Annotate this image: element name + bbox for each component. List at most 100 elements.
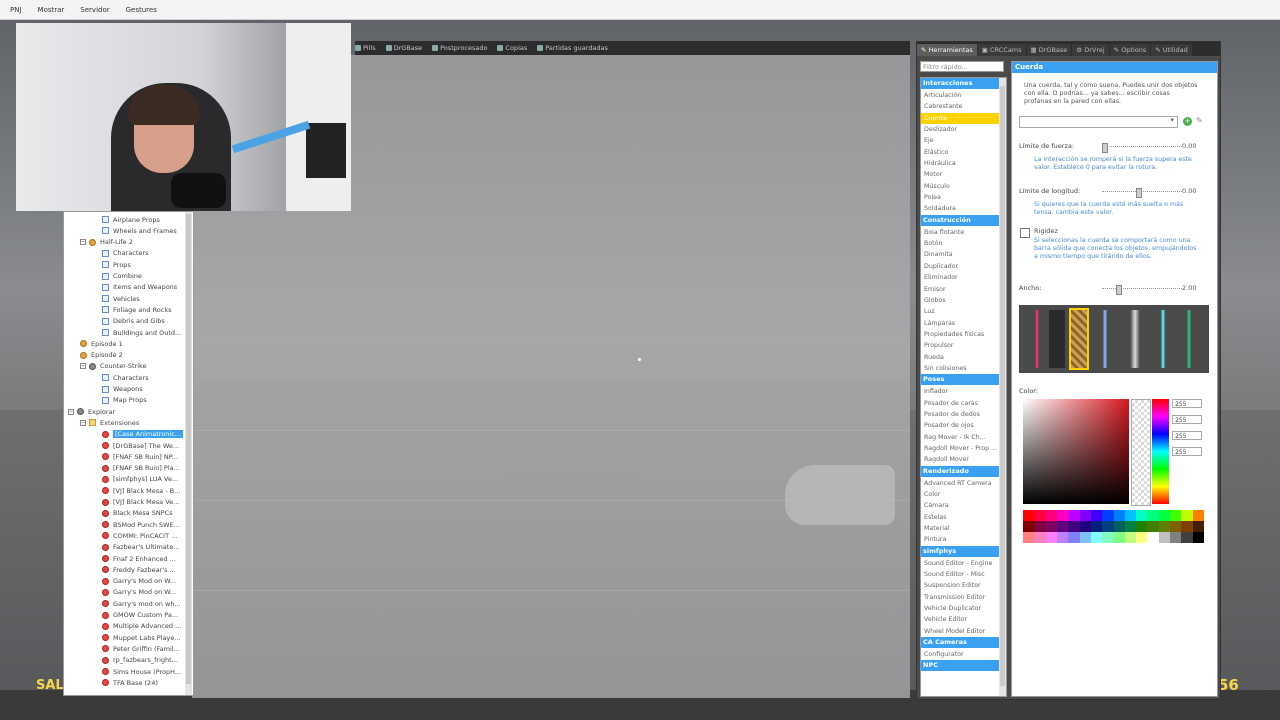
length-limit-value[interactable]: 0.00 [1182,187,1196,195]
tree-item[interactable]: Foliage and Rocks [102,304,172,315]
rigid-checkbox[interactable] [1020,228,1030,238]
tree-item[interactable]: Freddy Fazbear's ... [102,564,176,575]
alpha-bar[interactable] [1131,399,1151,506]
color-swatch[interactable] [1192,510,1204,521]
color-swatch[interactable] [1045,532,1057,543]
tool-item[interactable]: Material [921,523,1006,534]
color-swatch[interactable] [1056,510,1069,521]
color-swatch[interactable] [1181,510,1193,521]
tool-item[interactable]: Sound Editor - Engine [921,558,1006,569]
color-swatch[interactable] [1056,521,1069,532]
tree-item[interactable]: − Counter-Strike [80,361,147,372]
tree-item[interactable]: GMOW Custom Pa... [102,610,178,621]
tool-item[interactable]: Rag Mover - Ik Ch... [921,432,1006,443]
color-swatch[interactable] [1136,532,1148,543]
color-swatch[interactable] [1136,521,1148,532]
color-swatch[interactable] [1192,532,1204,543]
tab-drgbase[interactable]: DrGBase [385,44,422,52]
green-field[interactable]: 255 [1172,415,1202,424]
tree-item[interactable]: Characters [102,372,148,383]
tree-item[interactable]: Episode 2 [80,350,123,361]
tree-item[interactable]: COMMI: PinCACIT ... [102,530,177,541]
tab-copies[interactable]: Copias [497,44,527,52]
tool-item[interactable]: Lámparas [921,318,1006,329]
color-swatch[interactable] [1181,521,1193,532]
tool-item[interactable]: Propulsor [921,340,1006,351]
tool-item[interactable]: Eliminador [921,272,1006,283]
tree-item[interactable]: − Extensiones [80,417,139,428]
tree-item[interactable]: Props [102,259,131,270]
scrollbar-thumb[interactable] [1000,86,1005,686]
tree-item[interactable]: [Case Animatronic... [102,429,183,440]
material-rope[interactable] [1069,308,1089,370]
tool-category[interactable]: CA Cameras [921,637,1006,649]
color-swatch[interactable] [1170,510,1182,521]
tool-category[interactable]: simfphys [921,545,1006,557]
color-swatch[interactable] [1045,521,1057,532]
color-swatch[interactable] [1170,521,1182,532]
material-green-laser[interactable] [1181,310,1197,368]
color-swatch[interactable] [1136,510,1148,521]
color-swatch[interactable] [1045,510,1057,521]
menu-item[interactable]: Gestures [126,6,157,14]
color-swatch[interactable] [1023,521,1035,532]
color-swatch[interactable] [1034,532,1046,543]
color-swatch[interactable] [1034,510,1046,521]
color-swatch[interactable] [1090,532,1103,543]
menu-item[interactable]: Mostrar [38,6,65,14]
tab-options[interactable]: ✎ Options [1109,44,1151,56]
tree-item[interactable]: Characters [102,248,148,259]
tree-item[interactable]: rp_fazbears_fright... [102,655,178,666]
blue-field[interactable]: 255 [1172,431,1202,440]
tree-item[interactable]: BSMod Punch SWE... [102,519,180,530]
color-swatch[interactable] [1158,521,1171,532]
tree-item[interactable]: Buildings and Outd... [102,327,181,338]
tool-item[interactable]: Wheel Model Editor [921,626,1006,637]
material-cable[interactable] [1049,310,1065,368]
tree-item[interactable]: Episode 1 [80,338,123,349]
tool-item[interactable]: Hidráulica [921,158,1006,169]
color-swatch[interactable] [1192,521,1204,532]
tree-item[interactable]: Peter Griffin (Famil... [102,643,180,654]
slider-knob[interactable] [1116,285,1122,295]
tool-item[interactable]: Emisor [921,284,1006,295]
tool-item[interactable]: Cámara [921,500,1006,511]
tree-item[interactable]: [VJ] Black Mesa Ve... [102,497,179,508]
color-swatch[interactable] [1102,521,1114,532]
material-electric[interactable] [1097,310,1113,368]
color-swatch[interactable] [1113,521,1125,532]
color-swatch[interactable] [1158,510,1171,521]
force-limit-slider[interactable] [1102,143,1182,153]
tree-item[interactable]: Airplane Props [102,214,160,225]
tab-drvrej[interactable]: ⚙ DrVrej [1072,44,1109,56]
tool-item[interactable]: Vehicle Editor [921,614,1006,625]
tool-item[interactable]: Advanced RT Camera [921,478,1006,489]
width-value[interactable]: 2.00 [1182,284,1196,292]
tree-item[interactable]: Multiple Advanced ... [102,621,181,632]
expand-toggle-icon[interactable]: − [68,408,74,415]
color-swatch[interactable] [1102,532,1114,543]
tool-item[interactable]: Luz [921,306,1006,317]
tool-search-input[interactable]: Filtro rápido... [920,61,1004,72]
expand-toggle-icon[interactable]: − [80,419,86,426]
color-swatch[interactable] [1079,521,1091,532]
color-swatch[interactable] [1124,521,1137,532]
tree-item[interactable]: [DrGBase] The We... [102,440,179,451]
tree-scrollbar[interactable] [185,212,192,695]
color-swatch[interactable] [1090,521,1103,532]
tool-category[interactable]: Poses [921,374,1006,386]
tool-item[interactable]: Globos [921,295,1006,306]
color-swatch[interactable] [1147,510,1159,521]
tree-item[interactable]: Garry's mod on wh... [102,598,181,609]
tree-item[interactable]: Vehicles [102,293,140,304]
tree-item[interactable]: Items and Weapons [102,282,177,293]
tool-item[interactable]: Posador de caras [921,398,1006,409]
tool-item[interactable]: Estelas [921,512,1006,523]
color-swatch[interactable] [1147,521,1159,532]
color-swatch[interactable] [1068,510,1080,521]
force-limit-value[interactable]: 0.00 [1182,142,1196,150]
tree-item[interactable]: Fnaf 2 Enhanced ... [102,553,176,564]
tool-item[interactable]: Elástico [921,147,1006,158]
tool-item[interactable]: Rueda [921,352,1006,363]
tool-item[interactable]: Ragdoll Mover - Prop ... [921,443,1006,454]
